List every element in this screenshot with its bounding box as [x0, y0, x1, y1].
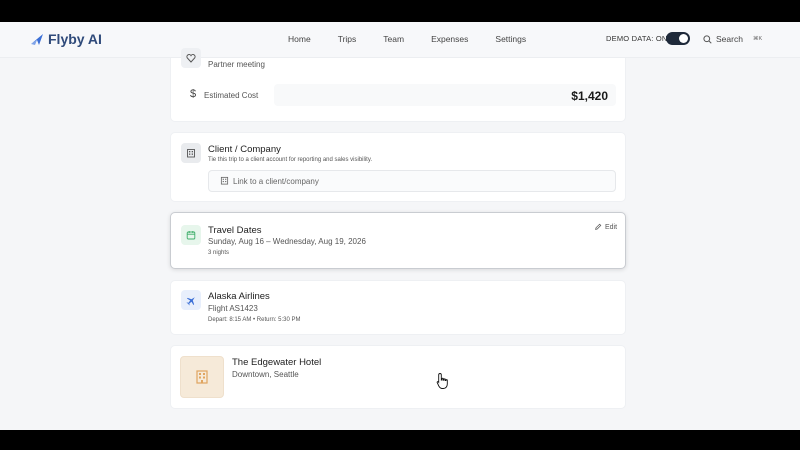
flight-number: Flight AS1423 — [208, 304, 258, 313]
demo-data-toggle[interactable] — [666, 32, 690, 45]
travel-dates-nights: 3 nights — [208, 250, 230, 256]
nav-item-team[interactable]: Team — [383, 34, 404, 44]
hand-pointer-cursor-icon — [436, 373, 448, 389]
dollar-icon: $ — [190, 88, 197, 100]
edit-dates-button[interactable]: Edit — [594, 223, 617, 231]
cost-value-field: $1,420 — [274, 84, 616, 106]
hotel-name: The Edgewater Hotel — [232, 357, 322, 368]
client-section-title: Client / Company — [208, 144, 281, 155]
travel-dates-title: Travel Dates — [208, 225, 262, 236]
search-shortcut: ⌘K — [752, 36, 763, 42]
demo-data-label: DEMO DATA: ON — [606, 34, 668, 43]
hotel-location: Downtown, Seattle — [232, 370, 299, 379]
nav-item-expenses[interactable]: Expenses — [431, 34, 468, 44]
hotel-building-icon — [196, 370, 208, 384]
hotel-thumbnail — [180, 356, 224, 398]
travel-dates-range: Sunday, Aug 16 – Wednesday, Aug 19, 2026 — [208, 237, 366, 246]
cost-value: $1,420 — [571, 89, 608, 103]
estimated-cost-row: $ Estimated Cost $1,420 — [180, 84, 616, 106]
flight-times: Depart: 8:15 AM • Return: 5:30 PM — [208, 317, 301, 323]
top-navigation-bar: Flyby AI Home Trips Team Expenses Settin… — [0, 22, 800, 58]
plane-icon-box — [181, 290, 201, 310]
nav-item-home[interactable]: Home — [288, 34, 311, 44]
trip-purpose: Partner meeting — [208, 60, 265, 69]
cost-label: Estimated Cost — [204, 91, 259, 100]
calendar-icon — [186, 231, 196, 240]
building-icon — [187, 149, 195, 158]
building-small-icon — [220, 176, 229, 185]
edit-dates-label: Edit — [605, 223, 618, 231]
logo[interactable]: Flyby AI — [30, 31, 102, 47]
link-client-input[interactable]: Link to a client/company — [208, 170, 616, 192]
building-icon-box — [181, 143, 201, 163]
search-label: Search — [716, 34, 743, 44]
search-icon — [703, 34, 712, 44]
airline-name: Alaska Airlines — [208, 291, 270, 302]
paper-plane-logo-icon — [31, 34, 43, 45]
heart-shield-icon — [186, 54, 196, 63]
app-viewport: Flyby AI Home Trips Team Expenses Settin… — [0, 22, 800, 430]
client-section-description: Tie this trip to a client account for re… — [208, 157, 373, 163]
purpose-icon-box — [181, 48, 201, 68]
nav-item-settings[interactable]: Settings — [495, 34, 526, 44]
nav-item-trips[interactable]: Trips — [338, 34, 357, 44]
main-nav: Home Trips Team Expenses Settings — [288, 34, 553, 44]
airplane-icon — [186, 296, 195, 305]
cost-label-group: $ Estimated Cost — [180, 84, 272, 106]
pencil-icon — [595, 223, 602, 230]
app-name: Flyby AI — [48, 31, 102, 47]
toggle-knob — [679, 34, 688, 43]
link-client-placeholder: Link to a client/company — [233, 177, 319, 186]
calendar-icon-box — [181, 225, 201, 245]
search-button[interactable]: Search ⌘K — [703, 34, 762, 44]
